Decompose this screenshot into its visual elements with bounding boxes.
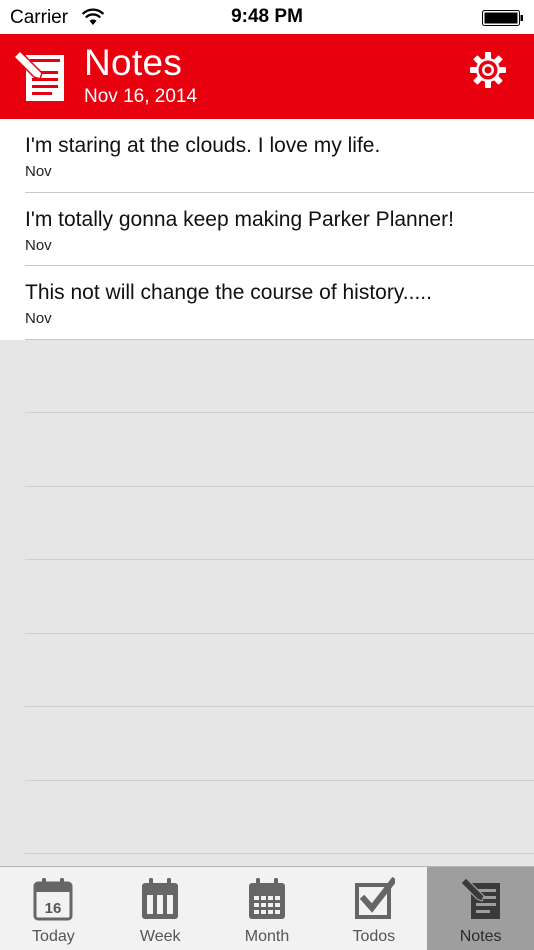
note-title: I'm staring at the clouds. I love my lif…	[25, 134, 381, 157]
tab-label: Week	[139, 928, 181, 945]
checkbox-icon	[354, 877, 395, 919]
notes-icon	[459, 877, 500, 919]
note-date: Nov	[25, 163, 52, 180]
divider	[25, 706, 534, 707]
gear-icon[interactable]	[468, 50, 508, 90]
note-title: This not will change the course of histo…	[25, 281, 432, 304]
app-header: Notes Nov 16, 2014	[0, 34, 534, 119]
calendar-month-icon	[248, 878, 285, 919]
notes-list: I'm staring at the clouds. I love my lif…	[0, 119, 534, 340]
status-bar: Carrier 9:48 PM	[0, 0, 534, 34]
divider	[25, 559, 534, 560]
divider	[25, 780, 534, 781]
list-item[interactable]: I'm staring at the clouds. I love my lif…	[0, 119, 534, 193]
tab-week[interactable]: Week	[107, 867, 214, 950]
tab-notes[interactable]: Notes	[427, 867, 534, 950]
today-day-number: 16	[45, 900, 62, 917]
tab-bar: 16 Today Week Month Todos Notes	[0, 866, 534, 950]
notes-icon	[12, 49, 64, 101]
list-item[interactable]: I'm totally gonna keep making Parker Pla…	[0, 192, 534, 266]
divider	[25, 412, 534, 413]
tab-label: Todos	[352, 928, 396, 945]
battery-icon	[482, 10, 523, 26]
calendar-week-icon	[142, 878, 179, 919]
note-date: Nov	[25, 236, 52, 254]
tab-today[interactable]: 16 Today	[0, 867, 107, 950]
note-title: I'm totally gonna keep making Parker Pla…	[25, 207, 454, 231]
status-time: 9:48 PM	[231, 6, 303, 27]
empty-list-area	[0, 339, 534, 866]
divider	[25, 633, 534, 634]
list-item[interactable]: This not will change the course of histo…	[0, 266, 534, 340]
tab-label: Today	[32, 928, 75, 945]
header-date: Nov 16, 2014	[84, 86, 198, 107]
note-date: Nov	[25, 310, 52, 327]
calendar-day-icon: 16	[33, 878, 73, 921]
page-title: Notes	[84, 42, 183, 83]
tab-label: Notes	[459, 928, 502, 945]
divider	[25, 486, 534, 487]
tab-label: Month	[244, 928, 290, 945]
divider	[25, 853, 534, 854]
tab-month[interactable]: Month	[214, 867, 321, 950]
tab-todos[interactable]: Todos	[320, 867, 427, 950]
